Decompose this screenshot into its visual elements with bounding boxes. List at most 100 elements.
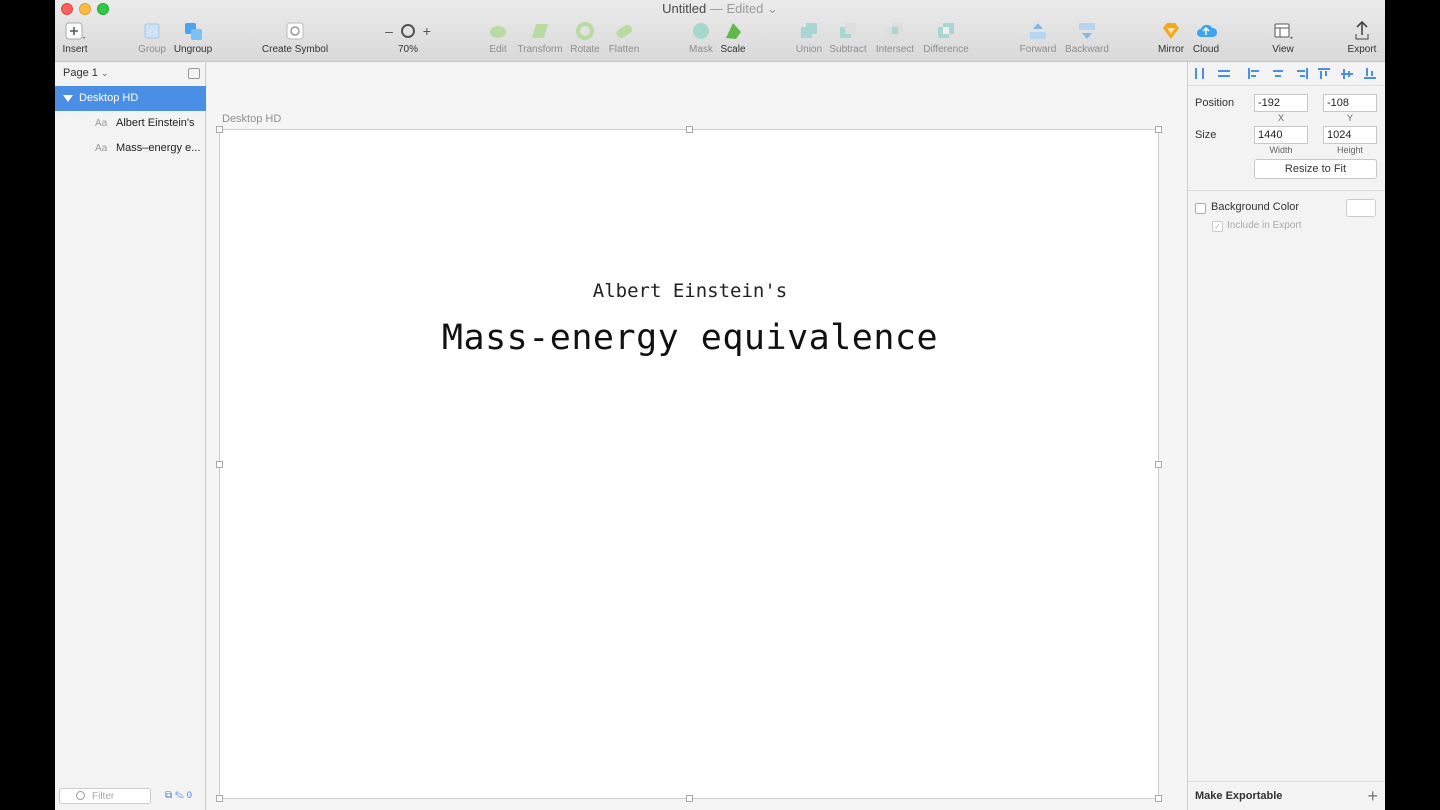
add-export-button[interactable]: + — [1367, 782, 1378, 810]
resize-handle-left[interactable] — [216, 461, 223, 468]
view-icon — [1274, 23, 1293, 39]
backward-button[interactable]: Backward — [1063, 20, 1111, 55]
transform-button[interactable]: Transform — [515, 20, 565, 55]
disclosure-triangle-icon[interactable] — [63, 95, 73, 102]
document-title: Untitled — [662, 1, 707, 16]
difference-button[interactable]: Difference — [921, 20, 971, 55]
page-name: Page 1 — [63, 67, 98, 79]
scale-icon — [726, 23, 741, 39]
symbols-icon[interactable]: ⧉ — [165, 790, 172, 801]
create-symbol-button[interactable]: Create Symbol — [260, 20, 330, 55]
mirror-button[interactable]: Mirror — [1155, 20, 1187, 55]
text-layer-icon: Aa — [95, 143, 108, 154]
rotate-button[interactable]: Rotate — [568, 20, 602, 55]
align-middle-vertical-icon[interactable] — [1341, 68, 1353, 79]
flatten-icon — [616, 25, 632, 38]
group-icon — [144, 23, 160, 39]
y-label: Y — [1346, 113, 1353, 123]
layer-label: Albert Einstein's — [116, 117, 195, 129]
union-button[interactable]: Union — [793, 20, 825, 55]
mask-icon — [693, 23, 709, 39]
ungroup-button[interactable]: Ungroup — [172, 20, 214, 55]
background-color-label: Background Color — [1211, 201, 1300, 213]
ungroup-icon — [185, 23, 202, 40]
height-label: Height — [1336, 145, 1363, 155]
intersect-button[interactable]: Intersect — [873, 20, 917, 55]
mirror-icon — [1163, 23, 1179, 39]
align-top-icon[interactable] — [1318, 68, 1330, 79]
edited-layers-icon[interactable]: ✎ — [175, 790, 184, 801]
alignment-toolbar — [1188, 62, 1385, 86]
filter-placeholder: Filter — [92, 791, 115, 802]
include-in-export-label: Include in Export — [1227, 220, 1302, 231]
layer-label: Desktop HD — [79, 92, 139, 104]
chevron-down-icon: ⌄ — [100, 68, 109, 78]
cloud-button[interactable]: Cloud — [1190, 20, 1222, 55]
width-field[interactable]: 1440 — [1254, 126, 1308, 144]
canvas[interactable]: Desktop HD Albert Einstein's Mass-energy… — [207, 62, 1187, 810]
search-icon — [76, 791, 85, 800]
text-layer-icon: Aa — [95, 118, 108, 129]
distribute-vertical-icon[interactable] — [1218, 68, 1230, 79]
background-color-checkbox[interactable] — [1195, 203, 1206, 214]
flatten-button[interactable]: Flatten — [606, 20, 642, 55]
layer-artboard-desktop-hd[interactable]: Desktop HD — [55, 86, 206, 111]
export-button[interactable]: Export — [1345, 20, 1379, 55]
layer-filter-input[interactable]: Filter — [59, 788, 151, 804]
resize-handle-bottom-left[interactable] — [216, 795, 223, 802]
make-exportable-label: Make Exportable — [1195, 790, 1283, 802]
edited-status: — Edited — [709, 1, 764, 16]
zoom-icon — [400, 24, 415, 38]
bring-forward-icon — [1030, 23, 1046, 39]
x-label: X — [1277, 113, 1284, 123]
subtract-button[interactable]: Subtract — [828, 20, 868, 55]
align-right-icon[interactable] — [1296, 68, 1308, 79]
artboard-desktop-hd[interactable]: Albert Einstein's Mass-energy equivalenc… — [216, 126, 1162, 802]
height-field[interactable]: 1024 — [1323, 126, 1377, 144]
edit-button[interactable]: Edit — [485, 20, 511, 55]
scale-button[interactable]: Scale — [719, 20, 747, 55]
make-exportable-section[interactable]: Make Exportable + — [1188, 781, 1385, 810]
chevron-down-icon[interactable]: ⌄ — [767, 1, 778, 16]
mask-button[interactable]: Mask — [687, 20, 715, 55]
distribute-horizontal-icon[interactable] — [1194, 68, 1206, 79]
layer-label: Mass–energy e... — [116, 142, 201, 154]
resize-handle-top[interactable] — [686, 126, 693, 133]
position-y-field[interactable]: -108 — [1323, 94, 1377, 112]
toolbar: Untitled — Edited ⌄ Insert Group Ungroup… — [55, 0, 1385, 62]
zoom-in-button[interactable]: + — [423, 23, 431, 39]
resize-handle-bottom[interactable] — [686, 795, 693, 802]
layer-text-albert-einstein[interactable]: Aa Albert Einstein's — [55, 111, 206, 136]
resize-handle-bottom-right[interactable] — [1155, 795, 1162, 802]
page-selector[interactable]: Page 1 ⌄ — [63, 67, 108, 79]
resize-handle-top-right[interactable] — [1155, 126, 1162, 133]
resize-to-fit-button[interactable]: Resize to Fit — [1254, 159, 1377, 179]
send-backward-icon — [1079, 23, 1095, 39]
resize-handle-right[interactable] — [1155, 461, 1162, 468]
resize-handle-top-left[interactable] — [216, 126, 223, 133]
subtract-icon — [840, 23, 856, 38]
difference-icon — [938, 23, 954, 38]
insert-button[interactable]: Insert — [59, 20, 91, 55]
background-color-swatch[interactable] — [1346, 199, 1376, 217]
sketch-window: Untitled — Edited ⌄ Insert Group Ungroup… — [55, 0, 1385, 810]
align-center-horizontal-icon[interactable] — [1272, 68, 1284, 79]
transform-icon — [532, 24, 548, 38]
forward-button[interactable]: Forward — [1017, 20, 1059, 55]
align-left-icon[interactable] — [1248, 68, 1260, 79]
position-x-field[interactable]: -192 — [1254, 94, 1308, 112]
cloud-icon — [1197, 24, 1217, 37]
zoom-out-button[interactable]: – — [385, 23, 393, 39]
zoom-control[interactable]: – + 70% — [377, 20, 439, 55]
artboard-label[interactable]: Desktop HD — [222, 113, 281, 125]
align-bottom-icon[interactable] — [1364, 68, 1376, 79]
group-button[interactable]: Group — [135, 20, 169, 55]
collapse-pages-icon[interactable] — [188, 68, 200, 79]
view-button[interactable]: View — [1267, 20, 1299, 55]
edit-icon — [490, 26, 506, 38]
position-label: Position — [1195, 97, 1235, 109]
include-in-export-checkbox[interactable]: ✓ — [1212, 221, 1223, 232]
artboard-heading-text[interactable]: Mass-energy equivalence — [220, 318, 1160, 358]
layer-text-mass-energy[interactable]: Aa Mass–energy e... — [55, 136, 206, 161]
artboard-subtitle-text[interactable]: Albert Einstein's — [220, 280, 1160, 302]
